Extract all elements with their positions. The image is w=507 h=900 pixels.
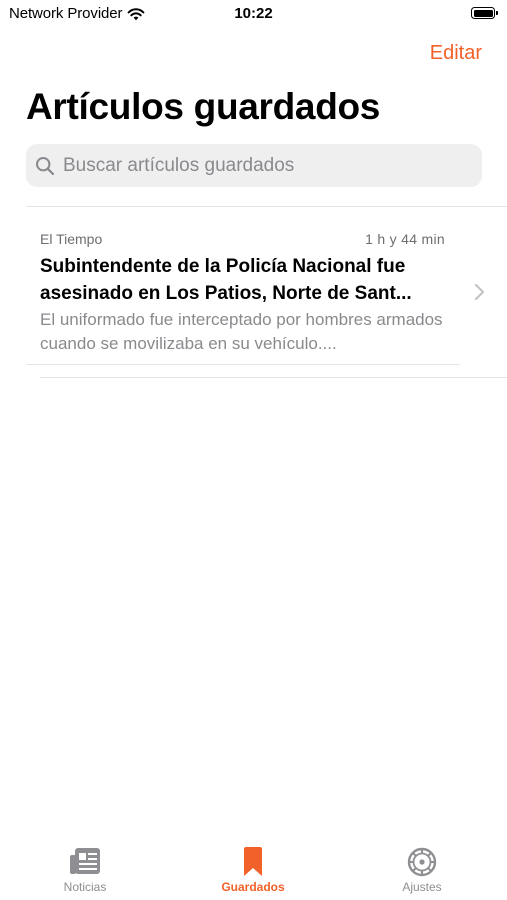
tab-label-ajustes: Ajustes <box>402 880 442 894</box>
search-input[interactable] <box>63 154 453 177</box>
edit-button[interactable]: Editar <box>430 42 482 65</box>
bottom-divider <box>40 377 507 378</box>
saved-articles-screen: Network Provider 10:22 Editar Artículos … <box>0 0 507 900</box>
newspaper-icon <box>70 848 100 874</box>
article-source: El Tiempo <box>40 231 103 247</box>
tab-guardados[interactable]: Guardados <box>193 834 313 900</box>
chevron-right-icon <box>474 283 485 301</box>
search-icon <box>36 156 55 175</box>
tab-noticias[interactable]: Noticias <box>25 834 145 900</box>
battery-icon <box>471 7 498 19</box>
tab-bar: Noticias Guardados Ajustes <box>0 834 507 900</box>
status-time: 10:22 <box>234 5 273 22</box>
tab-label-guardados: Guardados <box>221 880 285 894</box>
status-bar: Network Provider 10:22 <box>0 0 507 28</box>
tab-ajustes[interactable]: Ajustes <box>362 834 482 900</box>
article-summary: El uniformado fue interceptado por hombr… <box>40 310 443 353</box>
tab-label-noticias: Noticias <box>63 880 107 894</box>
page-title: Artículos guardados <box>26 86 381 127</box>
saved-article-row[interactable]: El Tiempo 1 h y 44 min Subintendente de … <box>26 207 507 365</box>
gear-icon <box>407 847 437 877</box>
bookmark-icon <box>244 847 262 876</box>
article-title: Subintendente de la Policía Nacional fue… <box>40 256 412 304</box>
search-bar[interactable] <box>26 144 482 187</box>
article-inner-divider <box>26 364 460 365</box>
article-time: 1 h y 44 min <box>365 231 445 247</box>
